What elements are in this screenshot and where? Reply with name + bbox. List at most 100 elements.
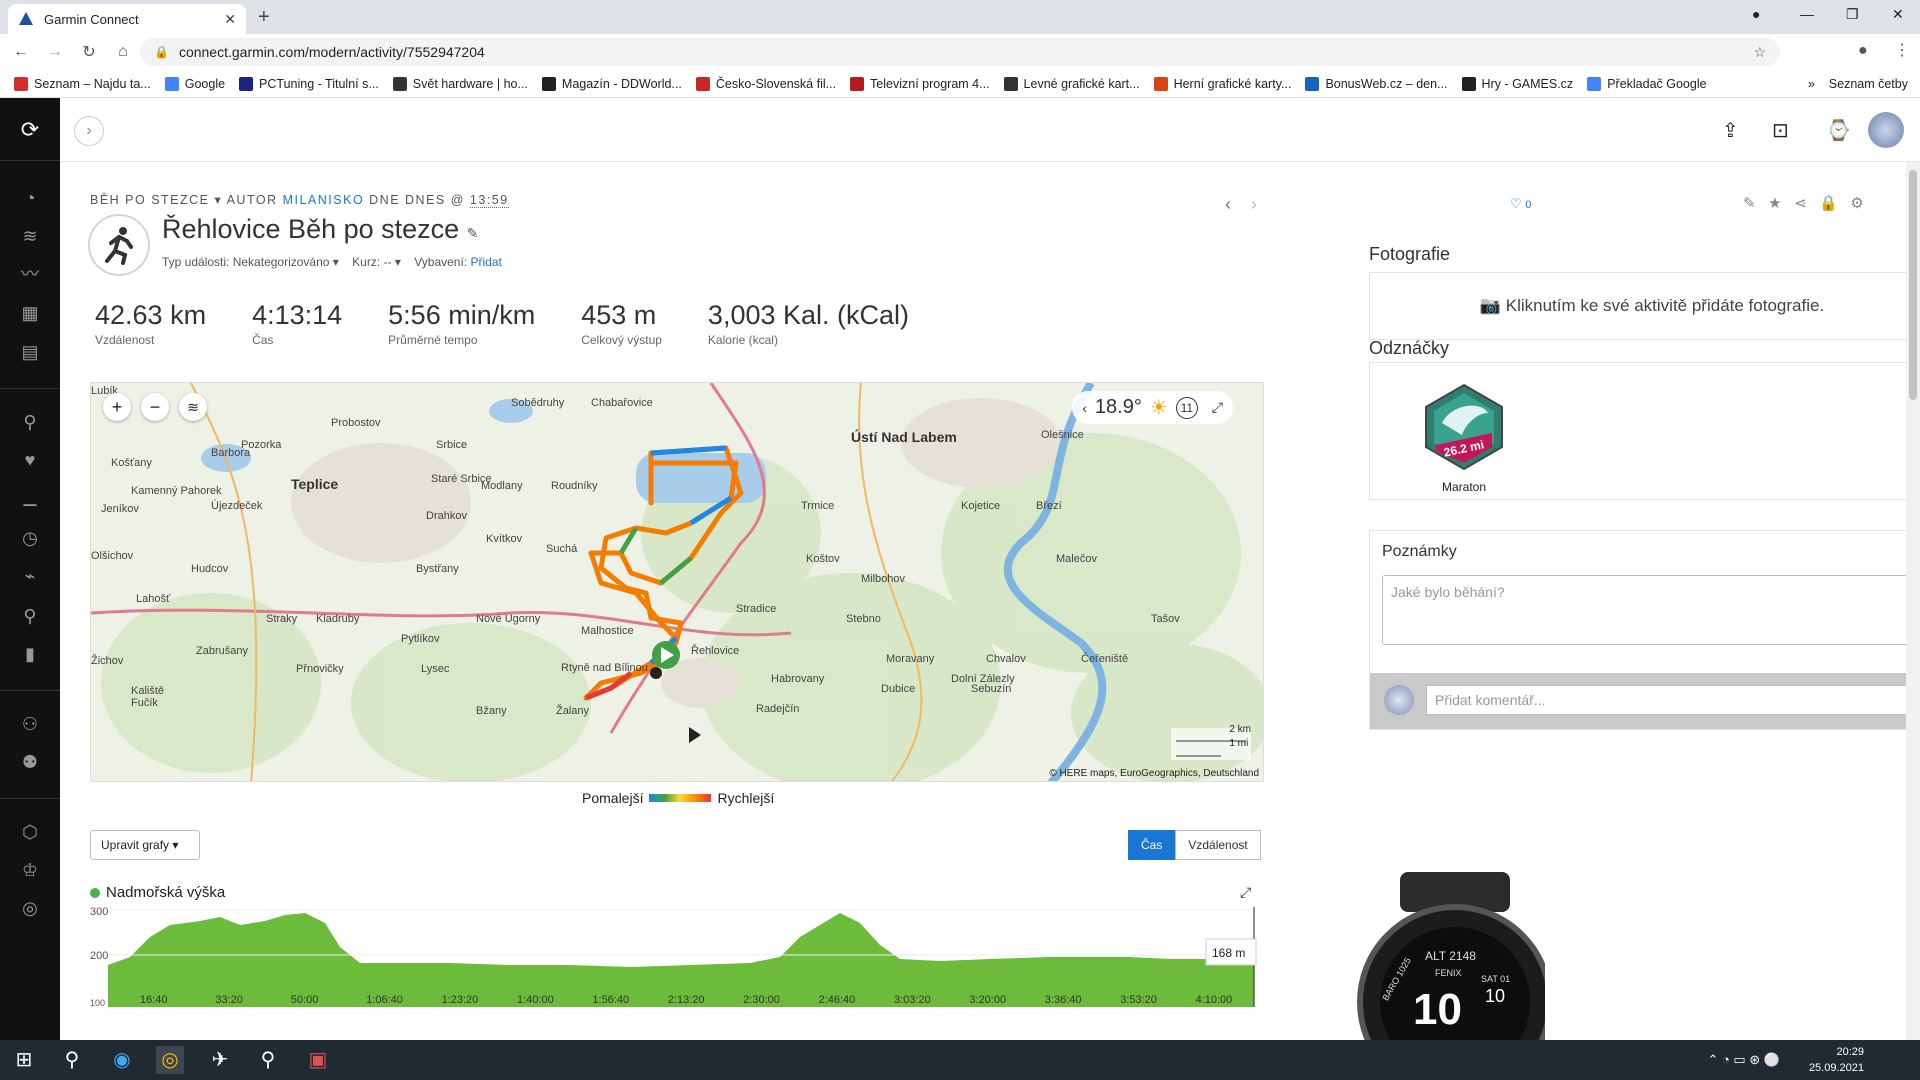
account-icon[interactable]: ● <box>1858 42 1868 60</box>
marathon-badge[interactable]: 26.2 mi Maraton <box>1422 383 1506 494</box>
bookmark-star-icon[interactable]: ☆ <box>1753 44 1766 61</box>
chart-icon[interactable]: ▮ <box>18 642 42 666</box>
collapse-weather-icon[interactable]: ‹ <box>1082 400 1087 416</box>
notes-input[interactable]: Jaké bylo běhání? <box>1382 575 1920 645</box>
news-icon[interactable]: ▤ <box>18 340 42 364</box>
device-icon[interactable]: ⌚ <box>1826 118 1851 143</box>
bookmark-item[interactable]: Levné grafické kart... <box>1003 76 1140 91</box>
menu-icon[interactable]: ⋮ <box>1894 40 1910 60</box>
upload-icon[interactable]: ⇪ <box>1722 118 1739 143</box>
expand-sidebar-button[interactable]: › <box>74 116 104 146</box>
profile-menu-icon[interactable]: ● <box>1752 6 1760 22</box>
fullscreen-icon[interactable]: ⤢ <box>1212 399 1223 416</box>
bookmark-item[interactable]: Herní grafické karty... <box>1153 76 1291 91</box>
author-link[interactable]: milanisko <box>283 193 365 207</box>
bookmark-item[interactable]: Česko-Slovenská fil... <box>695 76 836 91</box>
next-activity-icon[interactable]: › <box>1251 194 1257 214</box>
windows-start-icon[interactable]: ⊞ <box>10 1046 38 1074</box>
restore-button[interactable]: ❐ <box>1846 6 1859 23</box>
weather-widget[interactable]: ‹ 18.9° ☀ 11 ⤢ <box>1072 391 1233 424</box>
edge-icon[interactable]: ◉ <box>108 1046 136 1074</box>
expand-chart-icon[interactable]: ⤢ <box>1240 884 1251 901</box>
stopwatch-icon[interactable]: ◷ <box>18 526 42 550</box>
search-icon[interactable]: ⚲ <box>58 1046 86 1074</box>
forward-icon[interactable]: → <box>42 43 68 61</box>
connections-icon[interactable]: ⚇ <box>18 712 42 736</box>
avatar[interactable] <box>1868 112 1904 148</box>
bookmark-item[interactable]: Televizní program 4... <box>850 76 990 91</box>
bookmark-item[interactable]: Seznam – Najdu ta... <box>14 76 151 91</box>
edit-title-icon[interactable]: ✎ <box>467 225 479 241</box>
settings-icon[interactable]: ◎ <box>18 896 42 920</box>
add-photos-link[interactable]: Kliknutím ke své aktivitě přidáte fotogr… <box>1506 296 1824 315</box>
prev-activity-icon[interactable]: ‹ <box>1225 194 1231 214</box>
edit-icon[interactable]: ✎ <box>1743 195 1756 212</box>
reload-icon[interactable]: ↻ <box>76 42 102 62</box>
maps-icon[interactable]: ⚲ <box>254 1046 282 1074</box>
floppy-icon[interactable]: ▣ <box>304 1046 332 1074</box>
layers-icon[interactable]: ≋ <box>18 224 42 248</box>
comment-input[interactable]: Přidat komentář... <box>1426 685 1920 715</box>
elevation-chart[interactable]: 300 200 100 16:40 33:20 50:00 1:06:40 1:23:2… <box>90 907 1264 1007</box>
inbox-icon[interactable]: ⊡ <box>1772 118 1789 143</box>
map-place-label: Přnovičky <box>296 663 344 675</box>
minimize-button[interactable]: — <box>1800 6 1814 22</box>
stats-icon[interactable]: ⚲ <box>18 410 42 434</box>
system-clock[interactable]: 20:29 25.09.2021 <box>1809 1044 1864 1076</box>
bookmark-item[interactable]: Svět hardware | ho... <box>392 76 528 91</box>
bookmark-item[interactable]: Překladač Google <box>1587 76 1707 91</box>
event-type-select[interactable]: Nekategorizováno <box>233 255 330 269</box>
add-gear-link[interactable]: Přidat <box>470 255 501 269</box>
bookmark-item[interactable]: BonusWeb.cz – den... <box>1305 76 1448 91</box>
groups-icon[interactable]: ⚉ <box>18 750 42 774</box>
notes-card: Poznámky Jaké bylo běhání? Přidat koment… <box>1369 530 1920 730</box>
privacy-lock-icon[interactable]: 🔒 <box>1819 195 1838 212</box>
close-tab-icon[interactable]: ✕ <box>224 11 236 28</box>
calendar-icon[interactable]: ▦ <box>18 301 42 325</box>
chrome-icon[interactable]: ◎ <box>156 1046 184 1074</box>
tray-icons[interactable]: ⌃ ◔ ▭ ⊛ ⚪ <box>1707 1052 1780 1068</box>
route-map[interactable]: Sobědruhy Chabařovice Ústí Nad Labem Olešni… <box>90 382 1264 782</box>
shoe-icon[interactable]: ⌁ <box>18 564 42 588</box>
map-attribution[interactable]: © HERE maps, EuroGeographics, Deutschlan… <box>1049 768 1259 779</box>
close-window-button[interactable]: ✕ <box>1892 6 1904 23</box>
app-icon[interactable]: ✈ <box>206 1046 234 1074</box>
garmin-connect-logo-icon[interactable]: ⟳ <box>18 118 42 142</box>
trophy-icon[interactable]: ♔ <box>18 858 42 882</box>
bookmark-item[interactable]: Magazín - DDWorld... <box>541 76 682 91</box>
activity-time[interactable]: 13:59 <box>469 193 509 208</box>
run-icon[interactable]: ⚊ <box>18 488 42 512</box>
location-icon[interactable]: ⚲ <box>18 604 42 628</box>
like-button[interactable]: ♡ 0 <box>1510 196 1531 212</box>
zoom-in-button[interactable]: + <box>103 393 131 421</box>
page-scrollbar[interactable] <box>1906 162 1920 1040</box>
back-icon[interactable]: ← <box>8 43 34 61</box>
heart-icon[interactable]: ♥ <box>18 448 42 472</box>
reading-list-button[interactable]: Seznam četby <box>1829 77 1908 91</box>
bookmark-item[interactable]: PCTuning - Titulní s... <box>239 76 379 91</box>
y-tick: 100 <box>90 998 105 1007</box>
course-select[interactable]: -- <box>384 255 392 269</box>
activity-icon[interactable]: 〰 <box>18 262 42 286</box>
type-dropdown-icon[interactable]: ▾ <box>215 193 227 207</box>
url-input[interactable]: 🔒 connect.garmin.com/modern/activity/755… <box>140 38 1780 66</box>
map-layers-icon[interactable]: ≋ <box>179 393 207 421</box>
gear-icon[interactable]: ⚙ <box>1850 195 1863 212</box>
bookmark-item[interactable]: Google <box>164 76 225 91</box>
badges-icon[interactable]: ⬡ <box>18 820 42 844</box>
toggle-distance[interactable]: Vzdálenost <box>1175 830 1261 860</box>
edit-graphs-button[interactable]: Upravit grafy ▾ <box>90 830 200 860</box>
zoom-out-button[interactable]: − <box>141 393 169 421</box>
browser-tab[interactable]: Garmin Connect ✕ <box>8 4 246 34</box>
activity-type-link[interactable]: Běh po stezce <box>90 193 210 207</box>
home-icon[interactable]: ⌂ <box>110 43 136 61</box>
new-tab-button[interactable]: + <box>258 6 270 29</box>
more-bookmarks-icon[interactable]: » <box>1808 77 1815 91</box>
dashboard-icon[interactable]: ◔ <box>18 186 42 210</box>
share-icon[interactable]: ⋖ <box>1794 195 1807 212</box>
favorite-icon[interactable]: ★ <box>1768 195 1781 212</box>
toggle-time[interactable]: Čas <box>1128 830 1176 860</box>
bookmark-item[interactable]: Hry - GAMES.cz <box>1461 76 1573 91</box>
map-place-label: Žichov <box>91 654 124 667</box>
add-photos-card[interactable]: 📷 Kliknutím ke své aktivitě přidáte foto… <box>1369 272 1920 340</box>
